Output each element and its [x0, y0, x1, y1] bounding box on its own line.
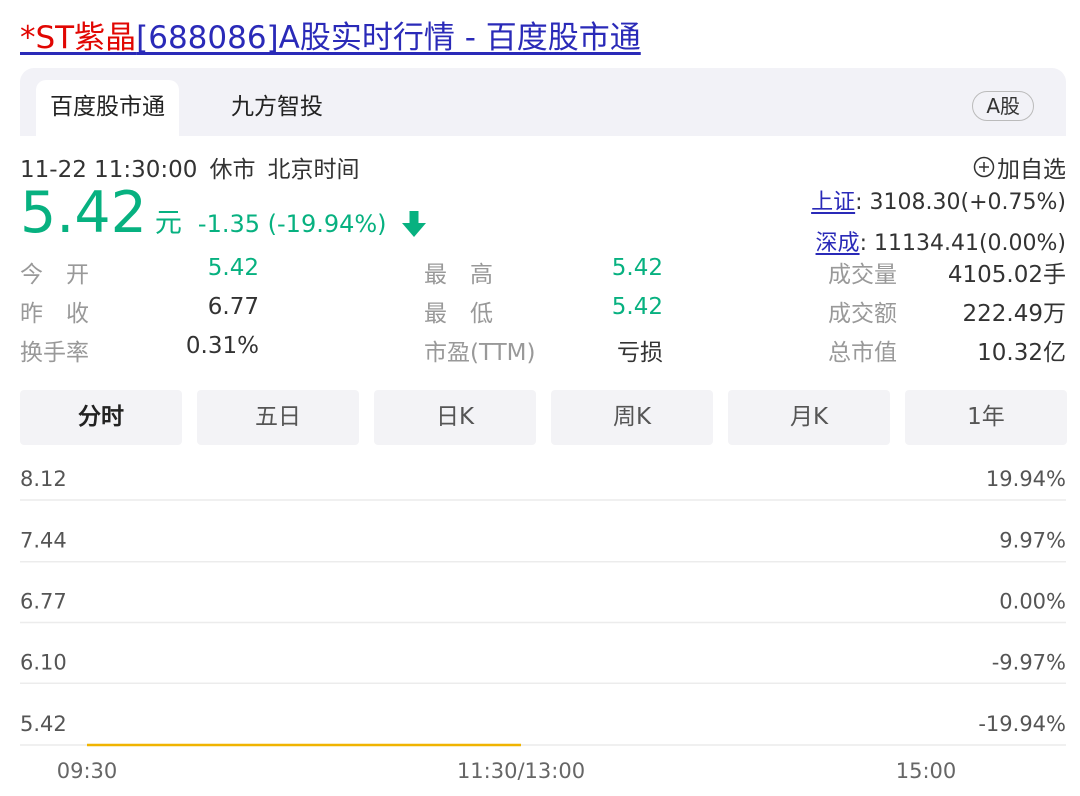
period-tab-daily-k[interactable]: 日K [374, 390, 536, 445]
low-label: 最 低 [424, 301, 493, 327]
arrow-down-icon [401, 211, 426, 237]
y-tick-left: 6.10 [20, 650, 67, 674]
volume-value: 4105.02手 [947, 262, 1066, 288]
source-tab-bar: 百度股市通 九方智投 A股 [20, 68, 1066, 136]
index-shanghai-link[interactable]: 上证 [811, 190, 855, 215]
mktcap-value: 10.32亿 [977, 340, 1066, 366]
y-tick-left: 8.12 [20, 467, 67, 491]
y-tick-left: 6.77 [20, 590, 67, 614]
x-tick-label: 11:30/13:00 [457, 759, 585, 783]
x-tick-label: 15:00 [896, 759, 957, 783]
amount-label: 成交额 [828, 301, 897, 327]
title-rest: [688086]A股实时行情 - 百度股市通 [136, 20, 641, 56]
y-tick-right: 19.94% [986, 467, 1066, 491]
amount-value: 222.49万 [962, 301, 1066, 327]
market-badge: A股 [972, 91, 1034, 121]
price-unit: 元 [154, 208, 182, 239]
index-shenzhen-value: : 11134.41(0.00%) [859, 231, 1066, 256]
turnover-label: 换手率 [20, 340, 89, 366]
y-tick-right: 0.00% [999, 590, 1066, 614]
y-tick-right: -19.94% [978, 712, 1066, 736]
tab-jiufang-zhitou[interactable]: 九方智投 [217, 80, 337, 136]
volume-label: 成交量 [828, 262, 897, 288]
period-tab-intraday[interactable]: 分时 [20, 390, 182, 445]
period-tab-1year[interactable]: 1年 [905, 390, 1067, 445]
open-value: 5.42 [207, 255, 259, 281]
quote-row: 5.42 元 -1.35 (-19.94%) [20, 180, 427, 246]
trade-status: 11-22 11:30:00 休市 北京时间 [20, 150, 371, 184]
price-change: -1.35 (-19.94%) [197, 210, 387, 238]
y-tick-left: 7.44 [20, 529, 67, 553]
y-tick-right: 9.97% [999, 529, 1066, 553]
index-shenzhen-link[interactable]: 深成 [816, 231, 860, 256]
current-price: 5.42 [20, 180, 147, 246]
page-title-link[interactable]: *ST紫晶[688086]A股实时行情 - 百度股市通 [20, 12, 641, 57]
period-tab-5day[interactable]: 五日 [197, 390, 359, 445]
turnover-value: 0.31% [185, 333, 259, 359]
tab-baidu-gushitong[interactable]: 百度股市通 [36, 80, 179, 136]
pe-label: 市盈(TTM) [424, 340, 536, 366]
high-label: 最 高 [424, 262, 493, 288]
add-watchlist-button[interactable]: 加自选 [973, 150, 1066, 184]
high-value: 5.42 [611, 255, 663, 281]
index-shanghai-value: : 3108.30(+0.75%) [855, 190, 1066, 215]
stock-name: *ST紫晶 [20, 20, 137, 56]
index-shanghai: 上证: 3108.30(+0.75%) [811, 184, 1066, 216]
mktcap-label: 总市值 [828, 340, 897, 366]
open-label: 今 开 [20, 262, 89, 288]
period-tab-weekly-k[interactable]: 周K [551, 390, 713, 445]
plus-circle-icon [973, 156, 995, 178]
x-tick-label: 09:30 [57, 759, 118, 783]
y-tick-right: -9.97% [992, 650, 1066, 674]
pe-value: 亏损 [617, 340, 663, 366]
y-tick-left: 5.42 [20, 712, 67, 736]
low-value: 5.42 [611, 294, 663, 320]
period-tab-monthly-k[interactable]: 月K [728, 390, 890, 445]
index-shenzhen: 深成: 11134.41(0.00%) [816, 225, 1066, 257]
period-selector: 分时 五日 日K 周K 月K 1年 [20, 390, 1067, 445]
prev-close-value: 6.77 [207, 294, 259, 320]
prev-close-label: 昨 收 [20, 301, 89, 327]
intraday-chart: 8.12 19.94% 7.44 9.97% 6.77 0.00% 6.10 -9.97% 5.… [20, 467, 1066, 783]
add-watchlist-label: 加自选 [997, 157, 1066, 183]
